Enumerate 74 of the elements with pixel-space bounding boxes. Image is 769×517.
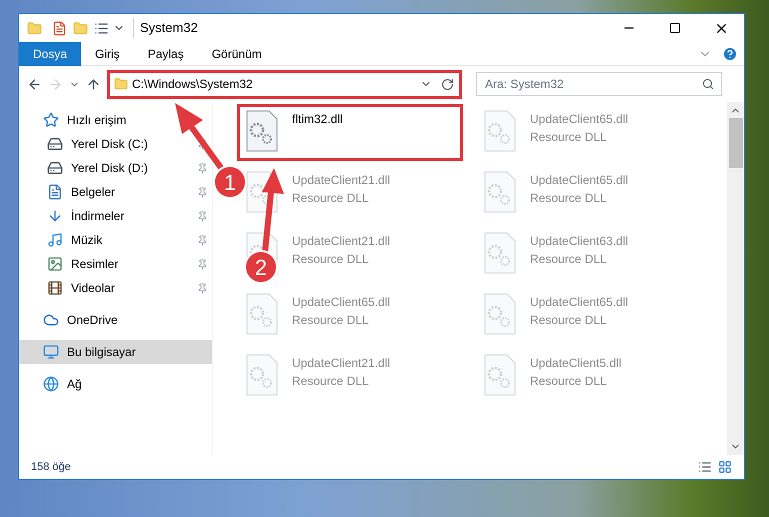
back-icon[interactable]	[27, 76, 42, 92]
sidebar-label: OneDrive	[67, 312, 118, 329]
file-gear-icon	[246, 354, 278, 396]
sidebar-item[interactable]: İndirmeler	[19, 204, 212, 228]
file-type: Resource DLL	[292, 251, 370, 268]
file-gear-icon	[484, 232, 516, 274]
sidebar-label: Videolar	[71, 280, 115, 297]
sidebar-label: Hızlı erişim	[67, 112, 126, 129]
sidebar-label: Bu bilgisayar	[67, 344, 136, 361]
ribbon-tab[interactable]: Paylaş	[134, 42, 198, 66]
computer-icon	[43, 344, 59, 360]
sidebar-label: Müzik	[71, 232, 102, 249]
up-icon[interactable]	[86, 76, 101, 92]
address-text: C:\Windows\System32	[132, 76, 253, 93]
file-type: Resource DLL	[292, 373, 370, 390]
large-icons-view-icon[interactable]	[718, 460, 732, 474]
sidebar-item[interactable]: OneDrive	[19, 308, 212, 332]
details-view-icon[interactable]	[698, 460, 712, 474]
cloud-icon	[43, 312, 59, 328]
network-icon	[43, 376, 59, 392]
sidebar-label: Resimler	[71, 256, 118, 273]
sidebar-item[interactable]: Hızlı erişim	[19, 108, 212, 132]
window-title: System32	[133, 18, 198, 38]
ribbon-tab[interactable]: Giriş	[81, 42, 134, 66]
file-type: Resource DLL	[530, 373, 608, 390]
file-type: Resource DLL	[530, 312, 608, 329]
star-icon	[43, 112, 59, 128]
sidebar-item[interactable]: Yerel Disk (C:)	[19, 132, 212, 156]
ribbon-tab[interactable]: Görünüm	[198, 42, 276, 66]
address-bar[interactable]: C:\Windows\System32	[107, 70, 462, 98]
help-icon[interactable]	[722, 46, 738, 62]
maximize-icon	[669, 22, 681, 34]
film-icon	[47, 280, 63, 296]
sidebar-item[interactable]: Yerel Disk (D:)	[19, 156, 212, 180]
sidebar-item[interactable]: Belgeler	[19, 180, 212, 204]
scroll-thumb[interactable]	[728, 118, 742, 168]
file-gear-icon	[246, 110, 278, 152]
file-gear-icon	[484, 171, 516, 213]
download-icon	[47, 208, 63, 224]
file-gear-icon	[484, 110, 516, 152]
folder-icon	[27, 20, 42, 36]
sidebar-item[interactable]: Bu bilgisayar	[19, 340, 212, 364]
sidebar-label: Yerel Disk (C:)	[71, 136, 148, 153]
scrollbar[interactable]	[727, 102, 744, 455]
drive-icon	[47, 160, 63, 176]
sidebar-label: Ağ	[67, 376, 82, 393]
ribbon-tab[interactable]: Dosya	[19, 42, 82, 66]
sidebar-label: Yerel Disk (D:)	[71, 160, 148, 177]
sidebar-item[interactable]: Ağ	[19, 372, 212, 396]
refresh-icon[interactable]	[441, 78, 454, 90]
file-gear-icon	[246, 293, 278, 335]
search-icon	[702, 78, 714, 90]
file-type: Resource DLL	[530, 129, 608, 146]
sidebar-item[interactable]: Müzik	[19, 228, 212, 252]
view-options-icon[interactable]	[94, 20, 109, 36]
sidebar-item[interactable]: Videolar	[19, 276, 212, 300]
file-name[interactable]: fltim32.dll	[292, 110, 343, 128]
music-note-icon	[47, 232, 63, 248]
folder-icon	[114, 77, 128, 91]
file-gear-icon	[484, 293, 516, 335]
sidebar-label: İndirmeler	[71, 208, 124, 225]
file-gear-icon	[484, 354, 516, 396]
file-type: Resource DLL	[292, 312, 370, 329]
item-count: 158 öğe	[31, 460, 71, 475]
file-type: Resource DLL	[292, 190, 370, 207]
sidebar-item[interactable]: Resimler	[19, 252, 212, 276]
drive-icon	[47, 136, 63, 152]
document-icon	[47, 184, 63, 200]
search-field[interactable]: Ara: System32	[476, 72, 722, 96]
sidebar-label: Belgeler	[71, 184, 116, 201]
file-type: Resource DLL	[530, 251, 608, 268]
properties-icon[interactable]	[52, 20, 67, 36]
picture-icon	[47, 256, 63, 272]
file-type: Resource DLL	[530, 190, 608, 207]
